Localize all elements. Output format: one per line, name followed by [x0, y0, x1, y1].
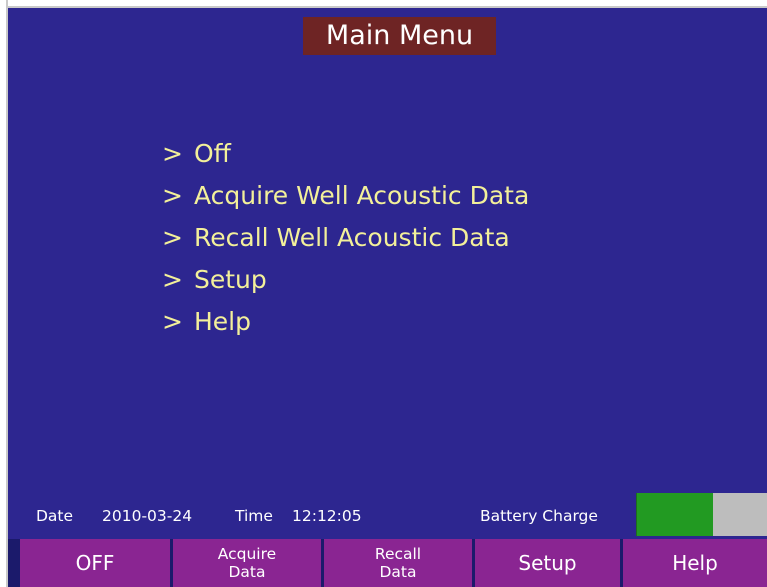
softkey-recall-data[interactable]: Recall Data [324, 539, 472, 587]
battery-label: Battery Charge [480, 507, 598, 525]
menu-arrow-icon: > [162, 223, 183, 252]
page-title: Main Menu [303, 17, 496, 55]
menu-arrow-icon: > [162, 307, 183, 336]
menu-arrow-icon: > [162, 265, 183, 294]
screen-bezel-top [8, 0, 767, 8]
menu-item-label: Off [194, 139, 231, 168]
menu-item-help[interactable]: > Help [162, 301, 529, 343]
main-menu-list: > Off > Acquire Well Acoustic Data > Recall… [162, 133, 529, 343]
menu-item-label: Acquire Well Acoustic Data [194, 181, 530, 210]
menu-item-acquire[interactable]: > Acquire Well Acoustic Data [162, 175, 529, 217]
menu-item-off[interactable]: > Off [162, 133, 529, 175]
menu-arrow-icon: > [162, 139, 183, 168]
device-screen: Main Menu > Off > Acquire Well Acoustic Da… [8, 8, 767, 587]
date-label: Date [36, 507, 74, 525]
menu-item-recall[interactable]: > Recall Well Acoustic Data [162, 217, 529, 259]
softkey-bar: OFF Acquire Data Recall Data Setup Help [8, 539, 767, 587]
date-value: 2010-03-24 [102, 507, 193, 525]
menu-item-label: Recall Well Acoustic Data [194, 223, 510, 252]
menu-arrow-icon: > [162, 181, 183, 210]
menu-item-setup[interactable]: > Setup [162, 259, 529, 301]
time-label: Time [235, 507, 273, 525]
screen-bezel-left [0, 0, 8, 587]
menu-item-label: Setup [194, 265, 267, 294]
softkey-off[interactable]: OFF [20, 539, 170, 587]
battery-fill [637, 493, 713, 536]
menu-item-label: Help [194, 307, 251, 336]
softkey-help[interactable]: Help [623, 539, 767, 587]
softkey-setup[interactable]: Setup [475, 539, 620, 587]
time-value: 12:12:05 [292, 507, 362, 525]
softkey-acquire-data[interactable]: Acquire Data [173, 539, 321, 587]
battery-gauge [636, 493, 767, 536]
